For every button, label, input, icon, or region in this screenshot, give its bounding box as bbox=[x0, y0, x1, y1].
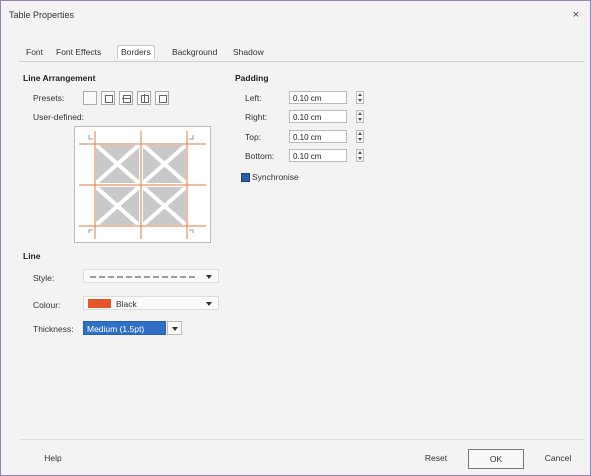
thickness-label: Thickness: bbox=[33, 324, 74, 334]
padding-bottom-label: Bottom: bbox=[245, 151, 275, 161]
colour-label: Colour: bbox=[33, 300, 61, 310]
ok-button[interactable]: OK bbox=[468, 449, 524, 469]
style-label: Style: bbox=[33, 273, 55, 283]
line-heading: Line bbox=[23, 251, 41, 261]
thickness-dropdown[interactable]: Medium (1.5pt) bbox=[83, 321, 166, 335]
synchronize-checkbox[interactable] bbox=[241, 173, 250, 182]
style-dropdown[interactable] bbox=[83, 269, 219, 283]
border-box-vertical-icon[interactable] bbox=[137, 91, 151, 105]
table-properties-dialog: Table Properties × Font Font Effects Bor… bbox=[0, 0, 591, 476]
colour-swatch bbox=[88, 299, 111, 308]
chevron-down-icon bbox=[172, 327, 178, 331]
presets-label: Presets: bbox=[33, 93, 65, 103]
border-preview-graphic bbox=[79, 131, 206, 239]
dashed-line-preview bbox=[90, 276, 196, 278]
border-box-horizontal-icon[interactable] bbox=[119, 91, 133, 105]
tab-font[interactable]: Font bbox=[23, 47, 46, 57]
padding-bottom-field[interactable]: 0.10 cm bbox=[289, 149, 347, 162]
padding-right-spinner[interactable] bbox=[356, 110, 364, 123]
help-button[interactable]: Help bbox=[25, 449, 81, 469]
padding-bottom-spinner[interactable] bbox=[356, 149, 364, 162]
tab-shadow[interactable]: Shadow bbox=[230, 47, 267, 57]
user-defined-border-area[interactable] bbox=[74, 126, 211, 243]
footer-divider bbox=[19, 439, 584, 440]
chevron-down-icon bbox=[206, 275, 212, 279]
chevron-down-icon bbox=[206, 302, 212, 306]
dialog-title: Table Properties bbox=[9, 10, 75, 20]
border-outer-only-icon[interactable] bbox=[155, 91, 169, 105]
tab-divider bbox=[19, 61, 584, 62]
border-box-icon[interactable] bbox=[101, 91, 115, 105]
padding-top-field[interactable]: 0.10 cm bbox=[289, 130, 347, 143]
title-bar: Table Properties × bbox=[1, 1, 590, 29]
line-arrangement-heading: Line Arrangement bbox=[23, 73, 96, 83]
padding-top-label: Top: bbox=[245, 132, 262, 142]
tab-borders[interactable]: Borders bbox=[117, 45, 155, 59]
thickness-value: Medium (1.5pt) bbox=[87, 324, 145, 334]
padding-right-label: Right: bbox=[245, 112, 268, 122]
border-none-icon[interactable] bbox=[83, 91, 97, 105]
user-defined-label: User-defined: bbox=[33, 112, 85, 122]
padding-top-spinner[interactable] bbox=[356, 130, 364, 143]
colour-value: Black bbox=[116, 299, 137, 309]
tab-background[interactable]: Background bbox=[169, 47, 220, 57]
padding-right-field[interactable]: 0.10 cm bbox=[289, 110, 347, 123]
padding-left-label: Left: bbox=[245, 93, 262, 103]
colour-dropdown[interactable]: Black bbox=[83, 296, 219, 310]
tab-font-effects[interactable]: Font Effects bbox=[53, 47, 104, 57]
padding-left-spinner[interactable] bbox=[356, 91, 364, 104]
close-icon[interactable]: × bbox=[568, 7, 584, 23]
synchronize-label: Synchronise bbox=[252, 172, 299, 182]
reset-button[interactable]: Reset bbox=[413, 449, 459, 469]
cancel-button[interactable]: Cancel bbox=[531, 449, 585, 469]
padding-heading: Padding bbox=[235, 73, 269, 83]
padding-left-field[interactable]: 0.10 cm bbox=[289, 91, 347, 104]
thickness-dropdown-button[interactable] bbox=[167, 321, 182, 335]
